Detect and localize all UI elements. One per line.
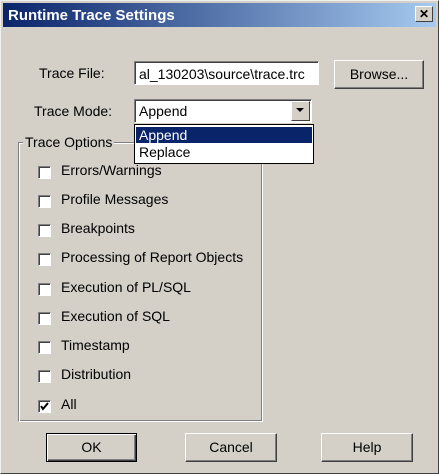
title-bar[interactable]: Runtime Trace Settings ✕	[3, 3, 436, 27]
execution-sql-checkbox[interactable]	[38, 312, 51, 325]
breakpoints-checkbox[interactable]	[38, 224, 51, 237]
checkmark-icon	[40, 402, 49, 411]
dialog-window: Runtime Trace Settings ✕ Trace File: al_…	[0, 0, 439, 474]
trace-file-input[interactable]: al_130203\source\trace.trc	[134, 61, 319, 85]
browse-button[interactable]: Browse...	[334, 60, 424, 89]
timestamp-checkbox[interactable]	[38, 341, 51, 354]
trace-file-label: Trace File:	[39, 65, 105, 81]
dropdown-button[interactable]	[291, 101, 310, 121]
distribution-checkbox[interactable]	[38, 370, 51, 383]
processing-report-objects-label[interactable]: Processing of Report Objects	[61, 249, 243, 265]
trace-mode-dropdown-list: Append Replace	[134, 124, 314, 164]
help-button[interactable]: Help	[321, 433, 413, 462]
trace-mode-select[interactable]: Append	[134, 99, 312, 123]
errors-warnings-checkbox[interactable]	[38, 166, 51, 179]
errors-warnings-label[interactable]: Errors/Warnings	[61, 162, 162, 178]
trace-mode-value: Append	[139, 103, 188, 119]
trace-file-value: al_130203\source\trace.trc	[139, 66, 305, 82]
breakpoints-label[interactable]: Breakpoints	[61, 220, 135, 236]
profile-messages-label[interactable]: Profile Messages	[61, 191, 168, 207]
processing-report-objects-checkbox[interactable]	[38, 253, 51, 266]
timestamp-label[interactable]: Timestamp	[61, 337, 130, 353]
trace-mode-label: Trace Mode:	[34, 103, 113, 119]
ok-button[interactable]: OK	[46, 433, 137, 462]
execution-plsql-checkbox[interactable]	[38, 283, 51, 296]
dropdown-option-replace[interactable]: Replace	[136, 144, 312, 160]
close-button[interactable]: ✕	[415, 6, 433, 22]
dialog-title: Runtime Trace Settings	[8, 7, 175, 24]
execution-sql-label[interactable]: Execution of SQL	[61, 308, 170, 324]
execution-plsql-label[interactable]: Execution of PL/SQL	[61, 279, 191, 295]
distribution-label[interactable]: Distribution	[61, 366, 131, 382]
dropdown-option-append[interactable]: Append	[136, 127, 312, 143]
all-label[interactable]: All	[61, 396, 77, 412]
all-checkbox[interactable]	[38, 400, 51, 413]
close-icon: ✕	[418, 7, 430, 21]
trace-options-legend: Trace Options	[23, 134, 115, 150]
profile-messages-checkbox[interactable]	[38, 195, 51, 208]
chevron-down-icon	[296, 108, 304, 112]
cancel-button[interactable]: Cancel	[185, 433, 277, 462]
